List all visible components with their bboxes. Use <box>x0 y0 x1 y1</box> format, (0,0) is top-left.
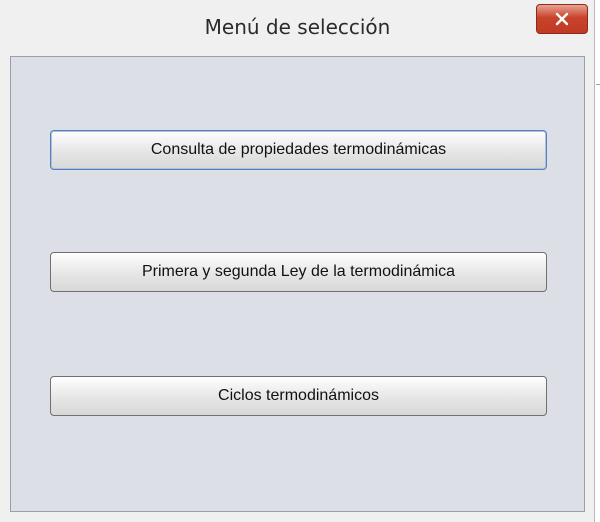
thermo-cycles-button[interactable]: Ciclos termodinámicos <box>50 376 547 416</box>
thermo-laws-label: Primera y segunda Ley de la termodinámic… <box>141 263 456 280</box>
close-icon <box>555 12 569 26</box>
title-bar[interactable]: Menú de selección <box>0 0 595 52</box>
thermo-properties-label: Consulta de propiedades termodinámicas <box>150 141 447 158</box>
close-button[interactable] <box>536 4 588 34</box>
thermo-properties-button[interactable]: Consulta de propiedades termodinámicas <box>50 130 547 170</box>
window-edge-divider <box>596 84 600 85</box>
window-title: Menú de selección <box>204 15 391 39</box>
thermo-laws-button[interactable]: Primera y segunda Ley de la termodinámic… <box>50 252 547 292</box>
thermo-cycles-label: Ciclos termodinámicos <box>218 387 379 404</box>
menu-window: Menú de selección Consulta de propiedade… <box>0 0 595 522</box>
